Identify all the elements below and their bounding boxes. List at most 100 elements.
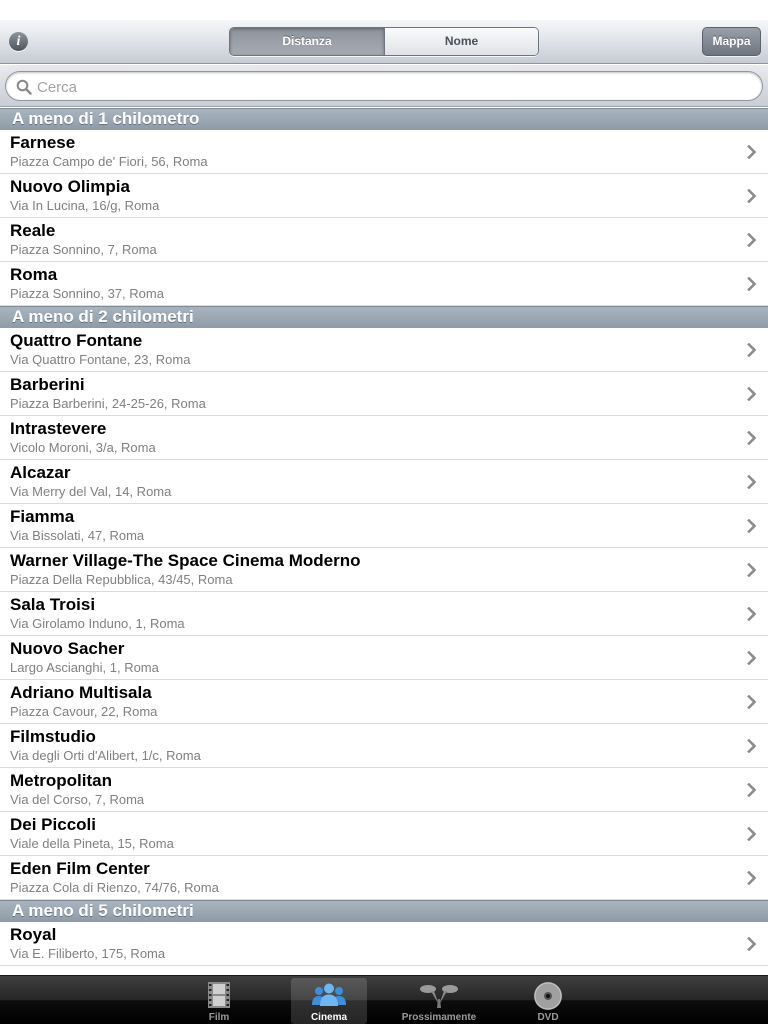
chevron-right-icon xyxy=(747,695,757,709)
tab-cinema[interactable]: Cinema xyxy=(291,978,367,1024)
cinema-row[interactable]: Eden Film Center Piazza Cola di Rienzo, 7… xyxy=(0,856,768,900)
cinema-name: Farnese xyxy=(10,133,76,152)
cinema-row[interactable]: Filmstudio Via degli Orti d'Alibert, 1/c,… xyxy=(0,724,768,768)
chevron-right-icon xyxy=(747,277,757,291)
cinema-address: Piazza Sonnino, 37, Roma xyxy=(10,286,164,301)
spotlight-icon xyxy=(420,985,458,1008)
cinema-name: Nuovo Sacher xyxy=(10,639,125,658)
info-icon[interactable]: i xyxy=(9,32,28,51)
navigation-bar: i Distanza Nome Mappa xyxy=(0,20,768,64)
cinema-address: Via del Corso, 7, Roma xyxy=(10,792,145,807)
chevron-right-icon xyxy=(747,431,757,445)
cinema-address: Via Bissolati, 47, Roma xyxy=(10,528,145,543)
cinema-address: Piazza Barberini, 24-25-26, Roma xyxy=(10,396,206,411)
cinema-address: Piazza Cavour, 22, Roma xyxy=(10,704,158,719)
cinema-address: Via E. Filiberto, 175, Roma xyxy=(10,946,166,961)
cinema-row[interactable]: Metropolitan Via del Corso, 7, Roma xyxy=(0,768,768,812)
cinema-name: Fiamma xyxy=(10,507,75,526)
chevron-right-icon xyxy=(747,739,757,753)
chevron-right-icon xyxy=(747,519,757,533)
cinema-row[interactable]: Alcazar Via Merry del Val, 14, Roma xyxy=(0,460,768,504)
cinema-address: Via Girolamo Induno, 1, Roma xyxy=(10,616,185,631)
cinema-row[interactable]: Nuovo Olimpia Via In Lucina, 16/g, Roma xyxy=(0,174,768,218)
disc-icon xyxy=(534,982,562,1010)
cinema-name: Intrastevere xyxy=(10,419,107,438)
cinema-name: Eden Film Center xyxy=(10,859,150,878)
cinema-row[interactable]: Reale Piazza Sonnino, 7, Roma xyxy=(0,218,768,262)
search-bar xyxy=(0,65,768,107)
cinema-name: Royal xyxy=(10,925,57,944)
cinema-row[interactable]: Adriano Multisala Piazza Cavour, 22, Roma xyxy=(0,680,768,724)
cinema-address: Piazza Della Repubblica, 43/45, Roma xyxy=(10,572,233,587)
tab-prossimamente[interactable]: Prossimamente xyxy=(401,978,477,1024)
cinema-name: Filmstudio xyxy=(10,727,96,746)
tab-label: Prossimamente xyxy=(401,1012,477,1023)
cinema-name: Barberini xyxy=(10,375,85,394)
cinema-name: Warner Village-The Space Cinema Moderno xyxy=(10,551,361,570)
cinema-address: Via Merry del Val, 14, Roma xyxy=(10,484,172,499)
film-strip-icon xyxy=(208,982,230,1008)
cinema-row[interactable]: Fiamma Via Bissolati, 47, Roma xyxy=(0,504,768,548)
chevron-right-icon xyxy=(747,871,757,885)
section-header: A meno di 1 chilometro xyxy=(0,108,768,130)
cinema-row[interactable]: Intrastevere Vicolo Moroni, 3/a, Roma xyxy=(0,416,768,460)
cinema-name: Reale xyxy=(10,221,56,240)
chevron-right-icon xyxy=(747,783,757,797)
tab-bar: Film Cinema Prossimamente DVD xyxy=(0,975,768,1024)
cinema-name: Metropolitan xyxy=(10,771,112,790)
map-button[interactable]: Mappa xyxy=(702,27,761,56)
cinema-row[interactable]: Barberini Piazza Barberini, 24-25-26, Rom… xyxy=(0,372,768,416)
cinema-address: Viale della Pineta, 15, Roma xyxy=(10,836,174,851)
cinema-row[interactable]: Quattro Fontane Via Quattro Fontane, 23, … xyxy=(0,328,768,372)
tab-label: Cinema xyxy=(310,1012,348,1023)
cinema-address: Via Quattro Fontane, 23, Roma xyxy=(10,352,191,367)
cinema-address: Piazza Sonnino, 7, Roma xyxy=(10,242,157,257)
chevron-right-icon xyxy=(747,343,757,357)
chevron-right-icon xyxy=(747,651,757,665)
cinema-name: Adriano Multisala xyxy=(10,683,152,702)
search-icon xyxy=(16,79,32,95)
tab-label: DVD xyxy=(537,1012,559,1023)
cinema-address: Piazza Cola di Rienzo, 74/76, Roma xyxy=(10,880,219,895)
cinema-name: Nuovo Olimpia xyxy=(10,177,130,196)
cinema-address: Via degli Orti d'Alibert, 1/c, Roma xyxy=(10,748,201,763)
chevron-right-icon xyxy=(747,475,757,489)
chevron-right-icon xyxy=(747,189,757,203)
chevron-right-icon xyxy=(747,937,757,951)
cinema-row[interactable]: Sala Troisi Via Girolamo Induno, 1, Roma xyxy=(0,592,768,636)
cinema-address: Piazza Campo de' Fiori, 56, Roma xyxy=(10,154,208,169)
chevron-right-icon xyxy=(747,563,757,577)
search-field[interactable] xyxy=(5,71,763,101)
cinema-name: Dei Piccoli xyxy=(10,815,96,834)
cinema-address: Largo Ascianghi, 1, Roma xyxy=(10,660,159,675)
status-bar xyxy=(0,0,768,20)
tab-film[interactable]: Film xyxy=(181,978,257,1024)
cinema-row[interactable]: Dei Piccoli Viale della Pineta, 15, Roma xyxy=(0,812,768,856)
cinema-row[interactable]: Warner Village-The Space Cinema Moderno P… xyxy=(0,548,768,592)
app-window: i Distanza Nome Mappa A meno di 1 chilom… xyxy=(0,0,768,1024)
cinema-list: A meno di 1 chilometro Farnese Piazza Camp… xyxy=(0,108,768,975)
section-header: A meno di 2 chilometri xyxy=(0,306,768,328)
cinema-row[interactable]: Roma Piazza Sonnino, 37, Roma xyxy=(0,262,768,306)
tab-label: Film xyxy=(208,1012,230,1023)
tab-dvd[interactable]: DVD xyxy=(510,978,586,1024)
chevron-right-icon xyxy=(747,387,757,401)
search-input[interactable] xyxy=(37,76,737,98)
cinema-name: Quattro Fontane xyxy=(10,331,143,350)
chevron-right-icon xyxy=(747,233,757,247)
segment-distanza[interactable]: Distanza xyxy=(230,28,384,55)
segment-nome[interactable]: Nome xyxy=(384,28,538,55)
sort-segmented-control: Distanza Nome xyxy=(229,27,539,56)
chevron-right-icon xyxy=(747,607,757,621)
people-group-icon xyxy=(312,983,346,1006)
chevron-right-icon xyxy=(747,145,757,159)
cinema-name: Alcazar xyxy=(10,463,71,482)
cinema-row[interactable]: Farnese Piazza Campo de' Fiori, 56, Roma xyxy=(0,130,768,174)
cinema-row[interactable]: Nuovo Sacher Largo Ascianghi, 1, Roma xyxy=(0,636,768,680)
section-header: A meno di 5 chilometri xyxy=(0,900,768,922)
cinema-name: Sala Troisi xyxy=(10,595,96,614)
cinema-row[interactable]: Royal Via E. Filiberto, 175, Roma xyxy=(0,922,768,966)
chevron-right-icon xyxy=(747,827,757,841)
cinema-name: Roma xyxy=(10,265,58,284)
cinema-address: Vicolo Moroni, 3/a, Roma xyxy=(10,440,156,455)
